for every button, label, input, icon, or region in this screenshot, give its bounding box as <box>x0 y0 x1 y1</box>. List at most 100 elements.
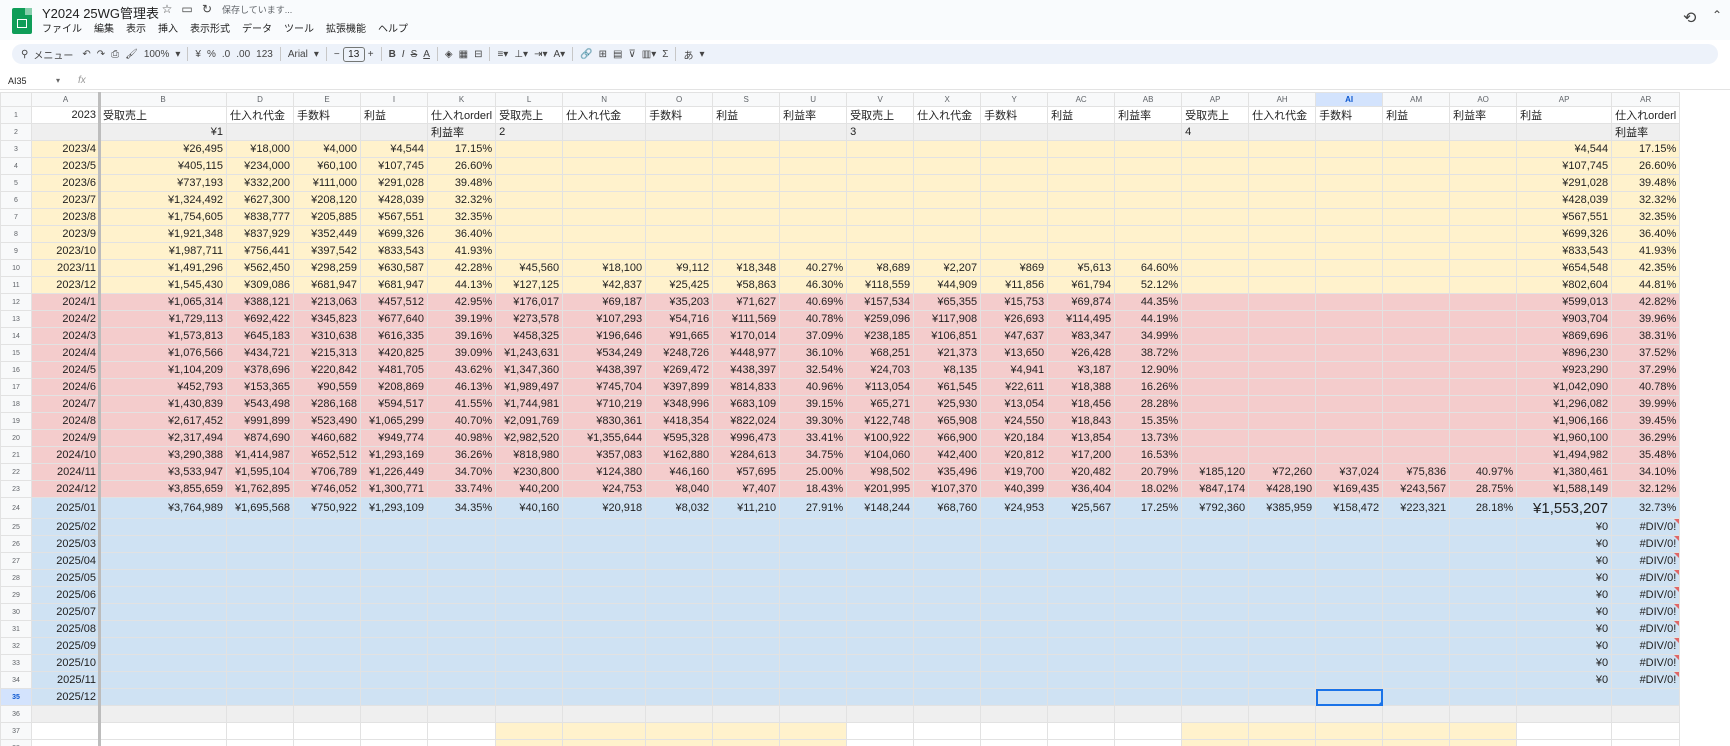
cell[interactable] <box>913 637 982 655</box>
cell[interactable] <box>562 603 647 621</box>
cell[interactable] <box>913 518 982 536</box>
cell[interactable] <box>712 518 781 536</box>
cell[interactable]: ¥1,595,104 <box>226 463 294 481</box>
cell[interactable]: ¥949,774 <box>360 429 428 447</box>
cell[interactable]: 13.73% <box>1114 429 1183 447</box>
cell[interactable] <box>779 552 848 570</box>
cell[interactable]: ¥830,361 <box>562 412 647 430</box>
cell[interactable] <box>645 225 714 243</box>
cell[interactable] <box>779 722 848 740</box>
cell[interactable] <box>846 688 915 706</box>
cell[interactable]: 44.81% <box>1611 276 1681 294</box>
cell[interactable] <box>1114 157 1183 175</box>
cell[interactable]: ¥111,000 <box>293 174 361 192</box>
cell[interactable] <box>1248 620 1317 638</box>
cell[interactable]: #DIV/0! <box>1611 535 1681 553</box>
chevron-down-icon[interactable]: ▾ <box>311 44 322 64</box>
cell[interactable]: 利益率 <box>1611 123 1681 141</box>
cell[interactable] <box>1315 671 1384 689</box>
cell[interactable]: 40.97% <box>1449 463 1518 481</box>
cell[interactable]: 利益率 <box>1449 106 1518 124</box>
cell[interactable]: ¥903,704 <box>1516 310 1613 328</box>
cell[interactable] <box>293 586 361 604</box>
cell[interactable] <box>846 654 915 672</box>
cell[interactable] <box>562 123 647 141</box>
cell[interactable] <box>779 191 848 209</box>
cell[interactable] <box>1315 446 1384 464</box>
cell[interactable] <box>1248 395 1317 413</box>
cell[interactable] <box>1047 654 1116 672</box>
cell[interactable] <box>846 535 915 553</box>
cell[interactable] <box>1382 518 1451 536</box>
cell[interactable] <box>1449 722 1518 740</box>
cell[interactable] <box>980 654 1049 672</box>
cell[interactable]: 2025/03 <box>31 535 100 553</box>
cell[interactable]: #DIV/0! <box>1611 569 1681 587</box>
cell[interactable] <box>426 637 497 655</box>
cell[interactable]: ¥9,112 <box>645 259 714 277</box>
horizontal-align-icon[interactable]: ≡▾ <box>494 44 511 64</box>
cell[interactable] <box>1181 705 1250 723</box>
cell[interactable] <box>980 688 1049 706</box>
cell[interactable]: ¥75,836 <box>1382 463 1451 481</box>
cell[interactable] <box>1248 259 1317 277</box>
cell[interactable]: ¥25,425 <box>645 276 714 294</box>
cell[interactable]: ¥434,721 <box>226 344 294 362</box>
cell[interactable] <box>1449 603 1518 621</box>
column-header[interactable]: O <box>645 92 714 107</box>
cell[interactable] <box>712 157 781 175</box>
cell[interactable] <box>1114 654 1183 672</box>
cell[interactable] <box>360 552 428 570</box>
cell[interactable] <box>495 242 564 260</box>
cell[interactable] <box>712 637 781 655</box>
cell[interactable] <box>913 208 982 226</box>
cell[interactable] <box>712 208 781 226</box>
cell[interactable]: ¥3,855,659 <box>99 480 227 498</box>
cell[interactable]: ¥1,494,982 <box>1516 446 1613 464</box>
cell[interactable]: ¥562,450 <box>226 259 294 277</box>
cell[interactable]: 64.60% <box>1114 259 1183 277</box>
cell[interactable] <box>645 518 714 536</box>
cell[interactable] <box>495 208 564 226</box>
cell[interactable]: 2024/5 <box>31 361 100 379</box>
cell[interactable] <box>226 535 294 553</box>
cell[interactable] <box>426 518 497 536</box>
column-header[interactable]: AI <box>1315 92 1384 107</box>
cell[interactable]: 2025/06 <box>31 586 100 604</box>
cell[interactable] <box>1248 157 1317 175</box>
cell[interactable]: ¥2,091,769 <box>495 412 564 430</box>
cell[interactable] <box>226 722 294 740</box>
menu-search-input[interactable]: メニュー <box>31 47 79 62</box>
row-header[interactable]: 30 <box>0 603 32 621</box>
cell[interactable]: 2024/4 <box>31 344 100 362</box>
cell[interactable]: ¥818,980 <box>495 446 564 464</box>
cell[interactable]: ¥205,885 <box>293 208 361 226</box>
cell[interactable] <box>1315 361 1384 379</box>
cell[interactable] <box>846 586 915 604</box>
column-header[interactable]: AM <box>1382 92 1451 107</box>
print-icon[interactable]: ⎙ <box>108 44 122 64</box>
cell[interactable] <box>913 157 982 175</box>
row-header[interactable]: 5 <box>0 174 32 192</box>
cell[interactable] <box>495 518 564 536</box>
cell[interactable] <box>1449 569 1518 587</box>
percent-format-button[interactable]: % <box>204 44 219 64</box>
cell[interactable]: ¥18,843 <box>1047 412 1116 430</box>
cell[interactable]: ¥201,995 <box>846 480 915 498</box>
cell[interactable] <box>562 705 647 723</box>
cell[interactable] <box>1315 586 1384 604</box>
cell[interactable] <box>1449 140 1518 158</box>
cell[interactable] <box>1449 157 1518 175</box>
cell[interactable] <box>913 654 982 672</box>
italic-button[interactable]: I <box>399 44 408 64</box>
row-header[interactable]: 23 <box>0 480 32 498</box>
cell[interactable]: 42.82% <box>1611 293 1681 311</box>
sheets-logo-icon[interactable] <box>12 8 32 34</box>
cell[interactable]: ¥737,193 <box>99 174 227 192</box>
cell[interactable] <box>1181 225 1250 243</box>
cell[interactable] <box>1449 327 1518 345</box>
cell[interactable]: 40.69% <box>779 293 848 311</box>
cell[interactable] <box>562 535 647 553</box>
cell[interactable]: ¥438,397 <box>562 361 647 379</box>
cell[interactable]: ¥8,032 <box>645 497 714 519</box>
